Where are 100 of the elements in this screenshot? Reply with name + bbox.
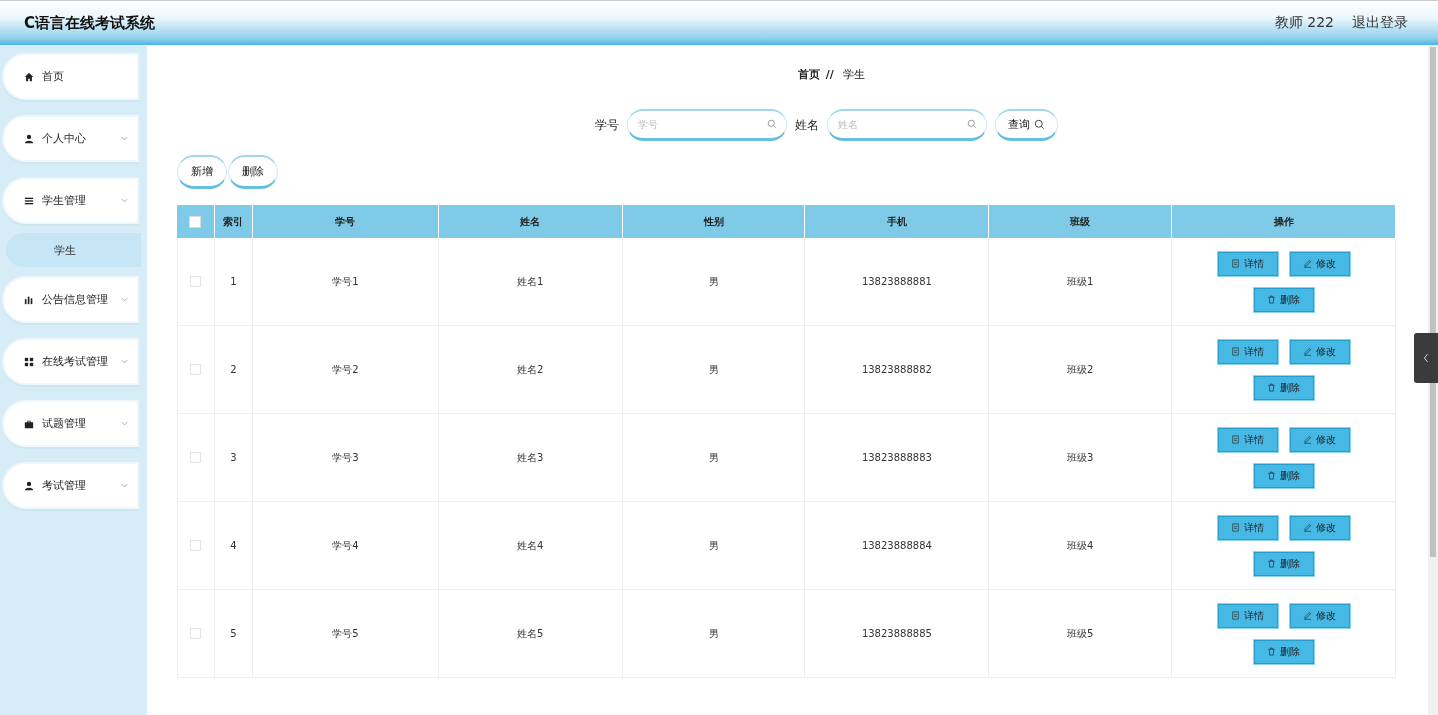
field-label: 姓名 (795, 116, 819, 134)
search-icon (967, 119, 977, 129)
bar-chart-icon (24, 294, 34, 305)
scrollbar[interactable] (1428, 45, 1438, 715)
column-header: 性别 (703, 214, 724, 229)
chevron-icon (120, 419, 129, 428)
table-cell: 4 (230, 540, 237, 551)
table-cell: 姓名4 (517, 538, 544, 553)
edit-button[interactable]: 修改 (1288, 602, 1351, 629)
delete-button[interactable]: 删除 (1252, 462, 1315, 489)
edit-button[interactable]: 修改 (1288, 250, 1351, 277)
table-cell: 班级4 (1067, 538, 1094, 553)
chevron-icon (120, 481, 129, 490)
search-button[interactable]: 查询 (995, 109, 1058, 141)
grid-icon (24, 356, 34, 367)
delete-button[interactable]: 删除 (228, 155, 278, 189)
chevron-icon (120, 134, 129, 143)
delete-button[interactable]: 删除 (1252, 286, 1315, 313)
breadcrumb-item: 学生 (843, 68, 866, 81)
sidebar-item[interactable]: 首页 (2, 53, 139, 100)
table-cell: 姓名3 (517, 450, 544, 465)
table-cell: 13823888883 (861, 452, 932, 463)
trash-icon (1267, 295, 1277, 304)
delete-button[interactable]: 删除 (1252, 550, 1315, 577)
list-icon (24, 195, 34, 206)
home-icon (24, 71, 34, 82)
details-button[interactable]: 详情 (1216, 338, 1279, 365)
table-cell: 学号4 (332, 538, 359, 553)
add-button[interactable]: 新增 (177, 155, 227, 189)
pencil-icon (1303, 347, 1313, 356)
table-cell: 姓名2 (517, 362, 544, 377)
edit-button[interactable]: 修改 (1288, 426, 1351, 453)
column-header: 操作 (1273, 214, 1294, 229)
table-cell: 13823888882 (861, 364, 932, 375)
document-icon (1231, 435, 1241, 444)
chevron-icon (120, 295, 129, 304)
table-cell: 学号1 (332, 274, 359, 289)
details-button[interactable]: 详情 (1216, 426, 1279, 453)
table-cell: 班级3 (1067, 450, 1094, 465)
details-button[interactable]: 详情 (1216, 602, 1279, 629)
row-checkbox[interactable] (190, 364, 202, 375)
delete-button[interactable]: 删除 (1252, 374, 1315, 401)
app-title: C语言在线考试系统 (24, 13, 155, 33)
delete-button[interactable]: 删除 (1252, 638, 1315, 665)
table-cell: 班级1 (1067, 274, 1094, 289)
breadcrumb-item[interactable]: 首页 (797, 68, 820, 81)
chevron-left-icon (1422, 352, 1430, 364)
column-header: 索引 (223, 214, 244, 229)
sidebar-item[interactable]: 试题管理 (2, 400, 139, 447)
column-header: 姓名 (520, 214, 541, 229)
table-cell: 男 (708, 538, 719, 553)
details-button[interactable]: 详情 (1216, 250, 1279, 277)
sidebar-item[interactable]: 考试管理 (2, 462, 139, 509)
collapse-handle[interactable] (1414, 333, 1438, 383)
sidebar-item[interactable]: 个人中心 (2, 115, 139, 162)
chevron-icon (120, 357, 129, 366)
field-label: 学号 (595, 116, 619, 134)
column-header: 班级 (1070, 214, 1091, 229)
search-field[interactable]: 学号 (627, 109, 787, 141)
table-cell: 男 (708, 450, 719, 465)
select-all-checkbox[interactable] (189, 215, 202, 228)
pencil-icon (1303, 523, 1313, 532)
trash-icon (1267, 383, 1277, 392)
row-checkbox[interactable] (190, 540, 202, 551)
table-cell: 13823888881 (861, 276, 932, 287)
column-header: 手机 (886, 214, 907, 229)
document-icon (1231, 259, 1241, 268)
trash-icon (1267, 647, 1277, 656)
column-header: 学号 (335, 214, 356, 229)
table-cell: 男 (708, 626, 719, 641)
table-cell: 1 (230, 276, 237, 287)
row-checkbox[interactable] (190, 452, 202, 463)
trash-icon (1267, 559, 1277, 568)
document-icon (1231, 611, 1241, 620)
row-checkbox[interactable] (190, 276, 202, 287)
sidebar-item[interactable]: 公告信息管理 (2, 276, 139, 323)
logout-link[interactable]: 退出登录 (1352, 14, 1408, 32)
user-icon (24, 133, 34, 144)
table-cell: 13823888884 (861, 540, 932, 551)
search-icon (1034, 119, 1045, 130)
row-checkbox[interactable] (190, 628, 202, 639)
table-cell: 5 (230, 628, 237, 639)
table-cell: 男 (708, 362, 719, 377)
pencil-icon (1303, 259, 1313, 268)
chevron-icon (120, 196, 129, 205)
table-cell: 姓名1 (517, 274, 544, 289)
edit-button[interactable]: 修改 (1288, 338, 1351, 365)
table-cell: 男 (708, 274, 719, 289)
table-cell: 学号5 (332, 626, 359, 641)
sidebar-item[interactable]: 在线考试管理 (2, 338, 139, 385)
table-cell: 3 (230, 452, 237, 463)
search-icon (767, 119, 777, 129)
user-icon (24, 480, 34, 491)
search-field[interactable]: 姓名 (827, 109, 987, 141)
pencil-icon (1303, 435, 1313, 444)
details-button[interactable]: 详情 (1216, 514, 1279, 541)
table-cell: 学号2 (332, 362, 359, 377)
edit-button[interactable]: 修改 (1288, 514, 1351, 541)
submenu-item[interactable]: 学生 (6, 233, 141, 267)
sidebar-item[interactable]: 学生管理 (2, 177, 139, 224)
